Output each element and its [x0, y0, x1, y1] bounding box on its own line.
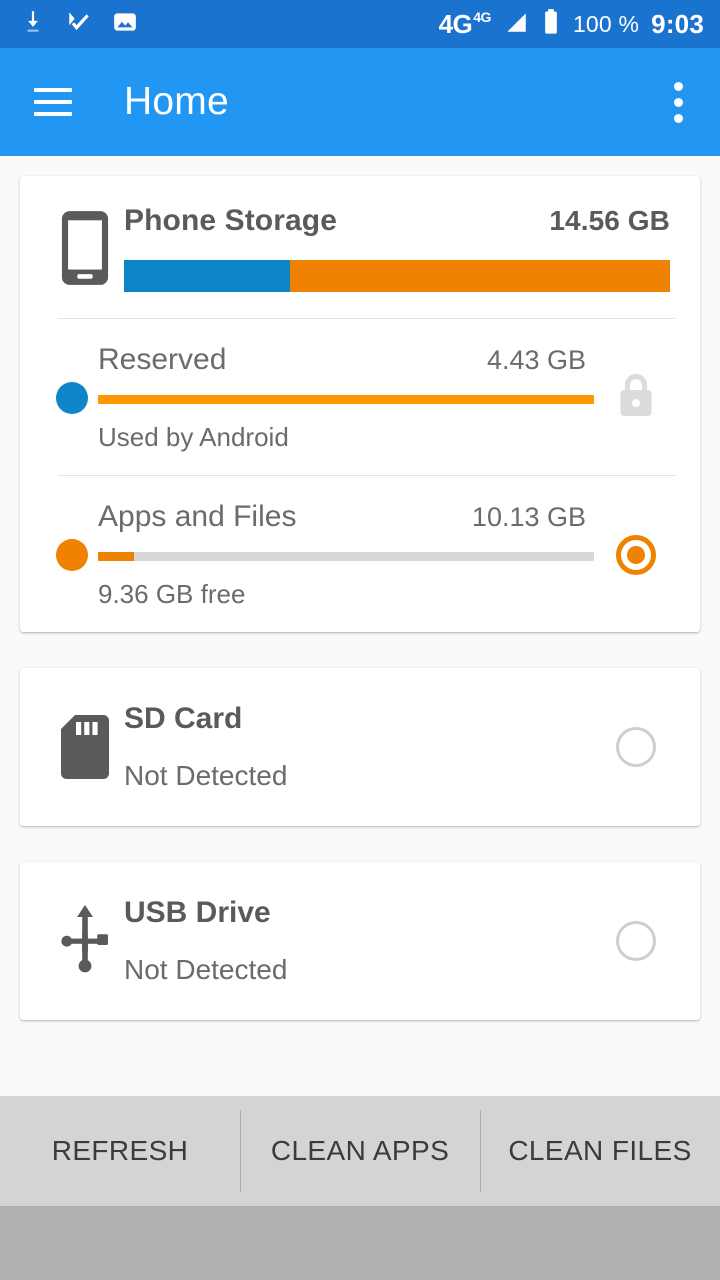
network-type-indicator: 4G 4G: [438, 9, 492, 39]
reserved-title: Reserved: [98, 343, 227, 376]
legend-dot-reserved: [56, 382, 88, 414]
phone-storage-stacked-bar: [124, 260, 670, 292]
sd-card-title: SD Card: [124, 702, 243, 735]
stacked-segment-reserved: [124, 260, 290, 292]
phone-storage-title: Phone Storage: [124, 204, 337, 237]
phone-storage-header: Phone Storage 14.56 GB: [20, 176, 700, 318]
apps-title: Apps and Files: [98, 500, 297, 533]
network-type-superscript: 4G: [473, 9, 491, 25]
app-bar: Home: [0, 48, 720, 156]
overflow-dot: [673, 81, 683, 91]
legend-dot-wrap: [46, 382, 98, 414]
reserved-progress-track: [98, 395, 594, 404]
phone-storage-total: 14.56 GB: [549, 205, 670, 236]
radio-apps-and-files[interactable]: [616, 535, 656, 575]
refresh-button[interactable]: REFRESH: [0, 1096, 240, 1206]
phone-storage-body: Phone Storage 14.56 GB: [124, 204, 670, 292]
apps-titlerow: Apps and Files 10.13 GB: [98, 500, 594, 534]
system-navigation-bar: [0, 1206, 720, 1280]
apps-progress-track: [98, 552, 594, 561]
legend-dot-apps: [56, 539, 88, 571]
phone-storage-card[interactable]: Phone Storage 14.56 GB Reserved 4.43 GB: [20, 176, 700, 632]
signal-strength-icon: [503, 9, 529, 40]
photo-icon: [112, 9, 138, 40]
status-bar-left-icons: [20, 9, 138, 40]
radio-usb-drive[interactable]: [616, 921, 656, 961]
hamburger-line: [34, 88, 72, 92]
apps-note: 9.36 GB free: [98, 579, 246, 609]
storage-row-reserved[interactable]: Reserved 4.43 GB Used by Android: [20, 319, 700, 475]
usb-drive-row: USB Drive Not Detected: [20, 862, 700, 1020]
apps-trailing: [594, 535, 678, 575]
sd-card-status: Not Detected: [124, 760, 288, 791]
apps-body: Apps and Files 10.13 GB 9.36 GB free: [98, 500, 594, 610]
sd-card-icon: [46, 713, 124, 781]
task-check-icon: [66, 9, 92, 40]
usb-drive-body: USB Drive Not Detected: [124, 896, 594, 986]
reserved-body: Reserved 4.43 GB Used by Android: [98, 343, 594, 453]
usb-drive-trailing: [594, 921, 678, 961]
phone-storage-titlerow: Phone Storage 14.56 GB: [124, 204, 670, 238]
reserved-value: 4.43 GB: [486, 345, 586, 375]
usb-drive-status: Not Detected: [124, 954, 288, 985]
usb-drive-icon: [46, 905, 124, 977]
clean-apps-button[interactable]: CLEAN APPS: [240, 1096, 480, 1206]
network-type-label: 4G: [438, 9, 473, 39]
lock-icon: [614, 372, 658, 425]
overflow-dot: [673, 97, 683, 107]
clean-files-button[interactable]: CLEAN FILES: [480, 1096, 720, 1206]
apps-value: 10.13 GB: [471, 502, 586, 532]
battery-percent-label: 100 %: [572, 10, 640, 37]
status-bar: 4G 4G 100 % 9:03: [0, 0, 720, 48]
reserved-trailing: [594, 372, 678, 425]
legend-dot-wrap: [46, 539, 98, 571]
usb-drive-title: USB Drive: [124, 896, 271, 929]
phone-icon: [46, 208, 124, 288]
sd-card-trailing: [594, 727, 678, 767]
battery-icon: [541, 8, 561, 41]
reserved-titlerow: Reserved 4.43 GB: [98, 343, 594, 377]
reserved-progress-fill: [98, 395, 594, 404]
status-bar-right-icons: 4G 4G 100 % 9:03: [439, 8, 704, 41]
radio-sd-card[interactable]: [616, 727, 656, 767]
apps-progress-fill: [98, 552, 134, 561]
hamburger-line: [34, 100, 72, 104]
reserved-note: Used by Android: [98, 422, 289, 452]
sd-card-card[interactable]: SD Card Not Detected: [20, 668, 700, 826]
stacked-segment-apps: [289, 260, 670, 292]
hamburger-menu-icon[interactable]: [34, 88, 72, 116]
overflow-menu-icon[interactable]: [658, 79, 698, 125]
clock-label: 9:03: [651, 8, 704, 39]
sd-card-row: SD Card Not Detected: [20, 668, 700, 826]
hamburger-line: [34, 112, 72, 116]
sd-card-body: SD Card Not Detected: [124, 702, 594, 792]
storage-list: Phone Storage 14.56 GB Reserved 4.43 GB: [0, 156, 720, 1068]
usb-drive-card[interactable]: USB Drive Not Detected: [20, 862, 700, 1020]
download-icon: [20, 9, 46, 40]
overflow-dot: [673, 113, 683, 123]
action-button-bar: REFRESH CLEAN APPS CLEAN FILES: [0, 1096, 720, 1206]
page-title: Home: [124, 80, 229, 123]
storage-row-apps-and-files[interactable]: Apps and Files 10.13 GB 9.36 GB free: [20, 476, 700, 632]
